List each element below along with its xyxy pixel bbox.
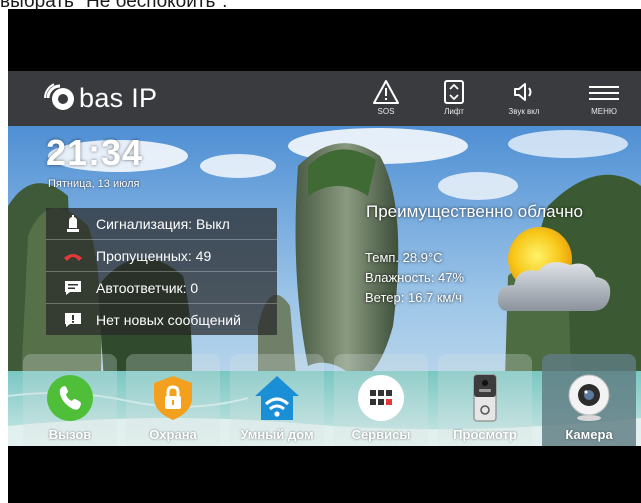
answering-machine-text: Автоответчик: 0 bbox=[96, 280, 199, 296]
brand-name: bas IP bbox=[79, 82, 158, 113]
partly-cloudy-icon bbox=[498, 227, 611, 311]
camera-icon bbox=[568, 374, 610, 421]
dock-security[interactable]: Охрана bbox=[126, 354, 220, 446]
dock-call[interactable]: Вызов bbox=[23, 354, 117, 446]
dock-camera-label: Камера bbox=[565, 427, 613, 442]
alarm-siren-icon bbox=[62, 215, 84, 233]
home-screen: 21:34 Пятница, 13 июля Сигнализация: Вык… bbox=[8, 126, 641, 446]
brand-logo: bas IP bbox=[44, 81, 157, 115]
top-bar: bas IP SOS Лифт Звук вкл МЕНЮ bbox=[8, 71, 641, 126]
clock-date: Пятница, 13 июля bbox=[48, 178, 140, 190]
dock-camera[interactable]: Камера bbox=[542, 354, 636, 446]
intercom-panel-icon bbox=[473, 374, 497, 422]
alarm-status-text: Сигнализация: Выкл bbox=[96, 216, 230, 232]
weather-temperature: Темп. 28.9°C bbox=[365, 250, 443, 265]
voicemail-message-icon bbox=[62, 279, 84, 297]
lock-shield-icon bbox=[154, 376, 192, 420]
warning-triangle-icon bbox=[373, 80, 399, 104]
message-alert-icon bbox=[62, 311, 84, 329]
weather-condition: Преимущественно облачно bbox=[366, 202, 583, 221]
services-grid-icon bbox=[358, 375, 404, 421]
dock-services-label: Сервисы bbox=[351, 427, 411, 442]
smart-home-wifi-icon bbox=[255, 376, 299, 420]
dock-call-label: Вызов bbox=[48, 427, 92, 442]
messages-row[interactable]: Нет новых сообщений bbox=[46, 304, 277, 336]
phone-icon bbox=[47, 375, 93, 421]
weather-wind: Ветер: 16.7 км/ч bbox=[365, 290, 462, 305]
dock-smart-home-label: Умный дом bbox=[240, 427, 314, 442]
clock-time: 21:34 bbox=[46, 132, 144, 173]
missed-calls-row[interactable]: Пропущенных: 49 bbox=[46, 240, 277, 272]
sound-button[interactable]: Звук вкл bbox=[494, 79, 554, 116]
status-panel: Сигнализация: Выкл Пропущенных: 49 Автоо… bbox=[46, 208, 277, 335]
alarm-status-row[interactable]: Сигнализация: Выкл bbox=[46, 208, 277, 240]
dock-view[interactable]: Просмотр bbox=[438, 354, 532, 446]
messages-text: Нет новых сообщений bbox=[96, 312, 241, 328]
missed-call-icon bbox=[62, 247, 84, 265]
menu-label: МЕНЮ bbox=[591, 107, 617, 116]
elevator-icon bbox=[444, 80, 464, 104]
sound-label: Звук вкл bbox=[508, 107, 540, 116]
sos-button[interactable]: SOS bbox=[356, 79, 416, 116]
hamburger-menu-icon bbox=[589, 86, 619, 100]
missed-calls-text: Пропущенных: 49 bbox=[96, 248, 212, 264]
lift-label: Лифт bbox=[444, 107, 464, 116]
sos-label: SOS bbox=[377, 107, 395, 116]
weather-humidity: Влажность: 47% bbox=[365, 270, 465, 285]
dock-view-label: Просмотр bbox=[453, 427, 517, 442]
dock-smart-home[interactable]: Умный дом bbox=[230, 354, 324, 446]
dock-security-label: Охрана bbox=[149, 427, 197, 442]
menu-button[interactable]: МЕНЮ bbox=[574, 79, 634, 116]
lift-button[interactable]: Лифт bbox=[424, 79, 484, 116]
answering-machine-row[interactable]: Автоответчик: 0 bbox=[46, 272, 277, 304]
speaker-icon bbox=[514, 83, 532, 101]
bas-ip-logo-icon bbox=[44, 83, 74, 110]
dock-services[interactable]: Сервисы bbox=[334, 354, 428, 446]
intercom-screen-frame: bas IP SOS Лифт Звук вкл МЕНЮ 21:34 Пятн… bbox=[8, 9, 641, 503]
